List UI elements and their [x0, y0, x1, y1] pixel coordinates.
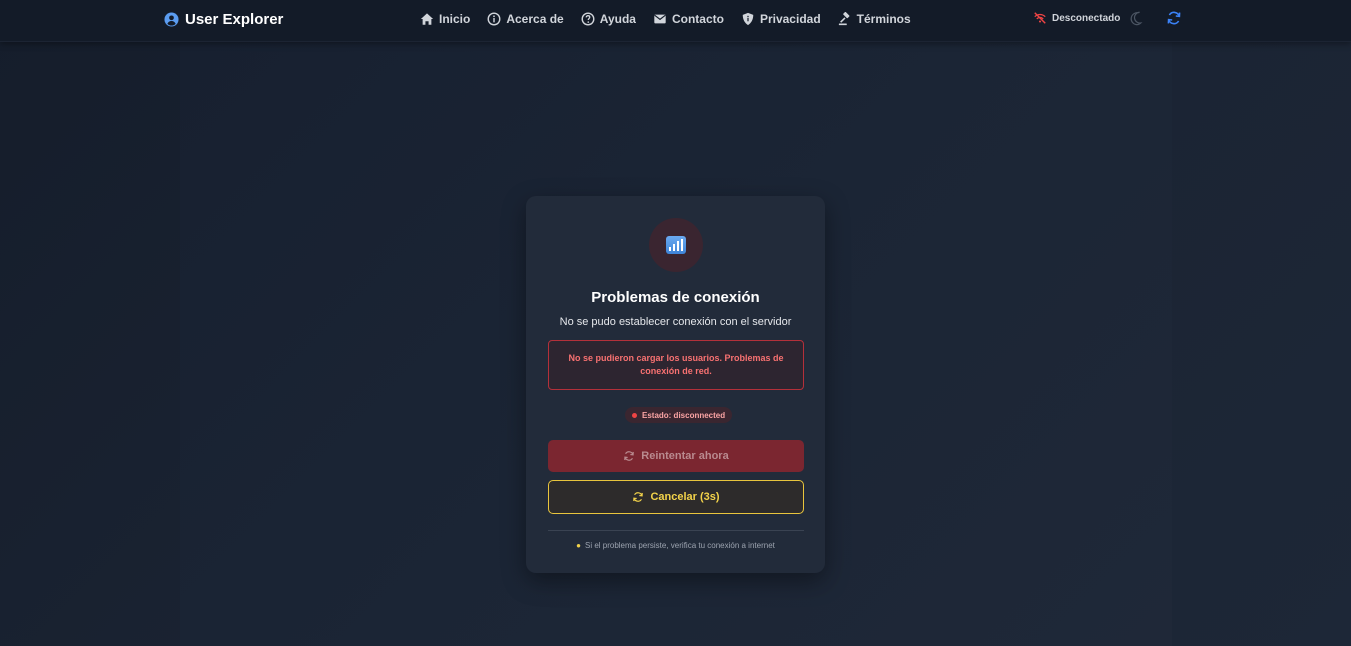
moon-icon[interactable] [1129, 10, 1145, 26]
nav-item-label: Términos [856, 12, 911, 26]
main-nav: Inicio Acerca de Ayuda Contacto Privacid… [420, 9, 911, 29]
gavel-icon [838, 12, 850, 26]
error-message-box: No se pudieron cargar los usuarios. Prob… [548, 340, 804, 390]
nav-item-privacidad[interactable]: Privacidad [741, 12, 821, 26]
status-dot [632, 412, 637, 418]
nav-item-label: Inicio [439, 12, 471, 26]
retry-now-button[interactable]: Reintentar ahora [548, 440, 804, 472]
error-message: No se pudieron cargar los usuarios. Prob… [568, 353, 784, 376]
cancel-label: Cancelar (3s) [650, 491, 720, 503]
status-badge-label: Estado: disconnected [642, 410, 726, 420]
wifi-off-icon [1034, 12, 1046, 24]
hint: ● Si el problema persiste, verifica tu c… [526, 541, 825, 550]
signal-icon-container [649, 218, 703, 272]
divider [548, 530, 804, 531]
connection-status: Desconectado [1033, 10, 1120, 26]
nav-item-label: Acerca de [506, 12, 564, 26]
nav-item-contacto[interactable]: Contacto [653, 12, 724, 26]
card-title: Problemas de conexión [591, 289, 760, 306]
hint-text: Si el problema persiste, verifica tu con… [584, 541, 775, 550]
info-icon [487, 12, 501, 26]
lightbulb-icon: ● [576, 541, 581, 550]
nav-item-label: Privacidad [759, 12, 821, 26]
brand-link[interactable]: User Explorer [164, 9, 283, 29]
signal-icon [666, 236, 686, 254]
refresh-icon[interactable] [1166, 10, 1182, 26]
home-icon [420, 13, 434, 25]
nav-item-ayuda[interactable]: Ayuda [581, 12, 636, 26]
refresh-icon [633, 492, 644, 502]
card-subtitle: No se pudo establecer conexión con el se… [559, 316, 792, 328]
status-badge: Estado: disconnected [625, 407, 733, 423]
top-navbar: User Explorer Inicio Acerca de Ayuda Con… [0, 0, 1351, 42]
refresh-icon [624, 451, 635, 461]
nav-item-label: Contacto [671, 12, 724, 26]
cancel-button[interactable]: Cancelar (3s) [548, 480, 804, 514]
nav-item-terminos[interactable]: Términos [838, 12, 911, 26]
connection-error-card: Problemas de conexión No se pudo estable… [526, 196, 825, 573]
mail-icon [654, 14, 666, 24]
user-circle-icon [164, 11, 179, 27]
brand-label: User Explorer [185, 10, 284, 28]
retry-now-label: Reintentar ahora [641, 450, 729, 462]
nav-item-label: Ayuda [599, 12, 636, 26]
nav-item-acerca-de[interactable]: Acerca de [487, 12, 564, 26]
connection-status-label: Desconectado [1052, 12, 1121, 24]
page: User Explorer Inicio Acerca de Ayuda Con… [0, 0, 1351, 646]
help-icon [581, 12, 595, 26]
nav-item-inicio[interactable]: Inicio [420, 12, 470, 26]
shield-icon [742, 12, 754, 26]
